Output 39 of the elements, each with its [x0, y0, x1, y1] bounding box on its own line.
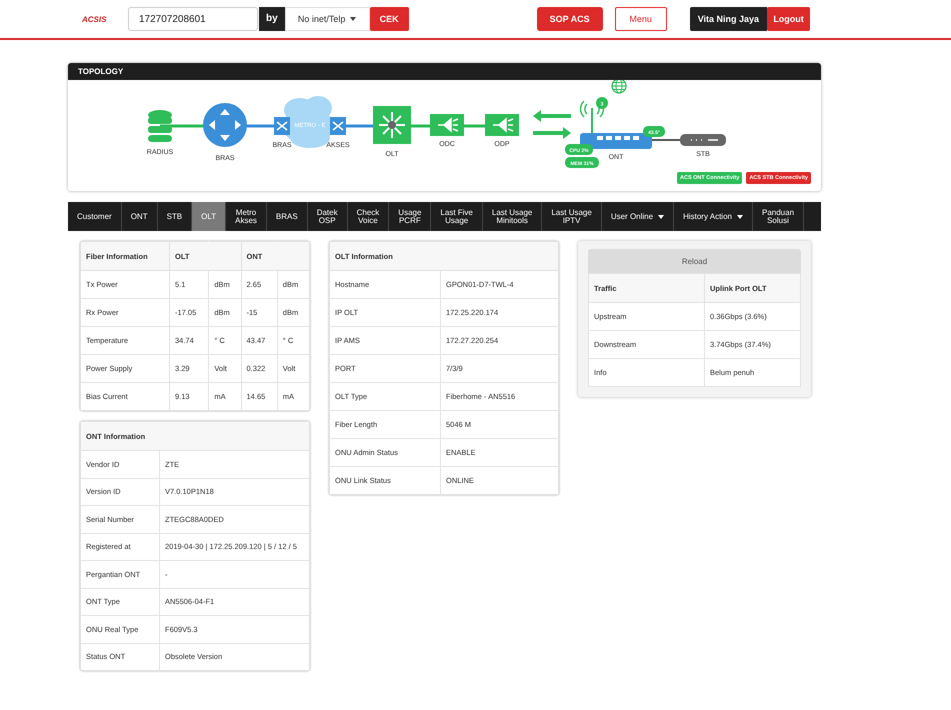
menu-button[interactable]: Menu	[614, 7, 667, 31]
network-hub-icon[interactable]	[373, 106, 411, 144]
double-arrow-icon	[533, 110, 571, 139]
modem-icon[interactable]	[580, 133, 652, 149]
tab[interactable]: ONT	[122, 202, 158, 231]
panel-title: TOPOLOGY	[68, 63, 821, 80]
router-icon[interactable]	[203, 103, 247, 147]
tab[interactable]: Customer	[68, 202, 122, 231]
tab[interactable]: Last Five Usage	[431, 202, 483, 231]
tab[interactable]: OLT	[192, 202, 226, 231]
tab[interactable]: Metro Akses	[226, 202, 267, 231]
tab[interactable]: Check Voice	[348, 202, 390, 231]
splitter-icon[interactable]	[430, 114, 464, 136]
by-label: by	[259, 7, 285, 31]
logo: ACSIS	[82, 14, 108, 24]
tab[interactable]: Last Usage IPTV	[542, 202, 602, 231]
user-name: Vita Ning Jaya	[690, 7, 768, 31]
tab[interactable]: Usage PCRF	[389, 202, 432, 231]
splitter-icon[interactable]	[485, 114, 519, 136]
antenna-icon	[580, 100, 604, 133]
tab[interactable]: History Action	[674, 202, 753, 231]
switch-icon[interactable]	[330, 117, 346, 135]
tab[interactable]: Panduan Solusi	[752, 202, 804, 231]
logout-button[interactable]: Logout	[767, 7, 810, 31]
tab[interactable]: BRAS	[266, 202, 308, 231]
search-type-dropdown[interactable]: No inet/Telp	[284, 7, 370, 31]
tab[interactable]: Datek OSP	[308, 202, 348, 231]
sop-button[interactable]: SOP ACS	[536, 7, 603, 31]
tab[interactable]: Last Usage Minitools	[482, 202, 542, 231]
reload-button[interactable]: Reload	[588, 249, 801, 273]
database-icon[interactable]	[148, 110, 172, 142]
globe-icon	[611, 80, 627, 94]
switch-icon[interactable]	[274, 117, 290, 135]
link-line	[652, 139, 680, 141]
set-top-box-icon[interactable]	[680, 134, 726, 146]
tab[interactable]: User Online	[602, 202, 674, 231]
search-field[interactable]: 172707208601	[128, 7, 258, 31]
check-button[interactable]: CEK	[370, 7, 409, 31]
caret-icon	[350, 17, 356, 21]
